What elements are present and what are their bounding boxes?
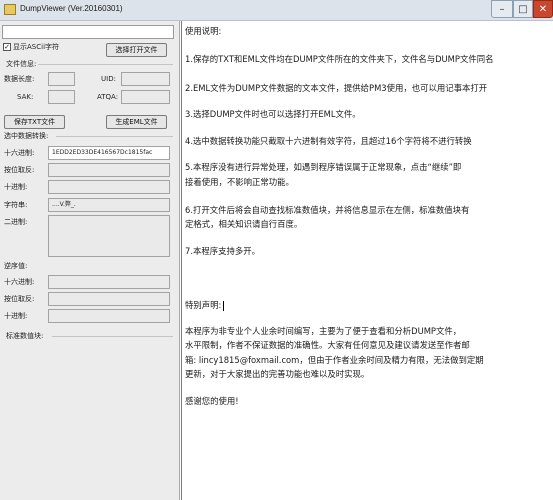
inv-dec-field [48, 309, 170, 323]
gen-eml-button[interactable]: 生成EML文件 [106, 115, 167, 129]
show-ascii-label: 显示ASCii字符 [13, 43, 60, 51]
file-path-input[interactable] [2, 25, 174, 39]
close-icon: ✕ [538, 3, 548, 15]
uid-field [121, 72, 170, 86]
inv-dec-label: 十进制: [4, 312, 28, 320]
selected-convert-label: 选中数据转换: [4, 132, 49, 140]
uid-label: UID: [101, 75, 116, 83]
hex-label: 十六进制: [4, 149, 35, 157]
window-title: DumpViewer (Ver.20160301) [20, 4, 123, 13]
show-ascii-checkbox[interactable]: ✓ [3, 43, 11, 51]
open-file-button[interactable]: 选择打开文件 [106, 43, 167, 57]
sak-field [48, 90, 75, 104]
text-line: 4.选中数据转换功能只截取十六进制有效字符，且超过16个字符将不进行转换 [185, 136, 472, 146]
text-line: 定格式，相关知识请自行百度。 [185, 219, 303, 229]
instructions-text-area[interactable]: 使用说明: 1.保存的TXT和EML文件均在DUMP文件所在的文件夹下，文件名与… [181, 21, 553, 500]
hex-field[interactable]: 1EDD2ED33DE416567Dc1815fac [48, 146, 170, 160]
group-divider [56, 136, 173, 137]
binary-field [48, 215, 170, 257]
dec-field [48, 180, 170, 194]
binary-label: 二进制: [4, 218, 28, 226]
disclaimer-heading: 特别声明: [185, 299, 225, 311]
text-line: 3.选择DUMP文件时也可以选择打开EML文件。 [185, 109, 361, 119]
text-line: 感谢您的使用! [185, 396, 239, 406]
std-block-label: 标准数值块: [6, 332, 44, 340]
text-line: 6.打开文件后将会自动查找标准数值块，并将信息显示在左侧，标准数值块有 [185, 205, 470, 215]
text-line: 1.保存的TXT和EML文件均在DUMP文件所在的文件夹下，文件名与DUMP文件… [185, 54, 494, 64]
inverse-label: 逆序值: [4, 262, 28, 270]
file-info-label: 文件信息: [6, 60, 37, 68]
text-line: 7.本程序支持多开。 [185, 246, 260, 256]
text-line: 5.本程序没有进行异常处理，如遇到程序错误属于正常现象，点击“继续”即 [185, 162, 462, 172]
string-label: 字符串: [4, 201, 28, 209]
data-length-field [48, 72, 75, 86]
data-length-label: 数据长度: [4, 75, 35, 83]
text-line: 更新，对于大家提出的完善功能也难以及时实现。 [185, 369, 370, 379]
minimize-icon: – [499, 3, 505, 15]
inv-hex-label: 十六进制: [4, 278, 35, 286]
maximize-icon: □ [518, 3, 528, 15]
inv-hex-field [48, 275, 170, 289]
text-caret [223, 300, 225, 311]
title-bar: DumpViewer (Ver.20160301) – □ ✕ [0, 0, 553, 21]
text-line: 本程序为非专业个人业余时间编写，主要为了便于查看和分析DUMP文件， [185, 326, 462, 336]
atqa-field [121, 90, 170, 104]
string-field: ....V.弊_. [48, 198, 170, 212]
text-line: 2.EML文件为DUMP文件数据的文本文件，提供给PM3使用，也可以用记事本打开 [185, 83, 488, 93]
text-line: 接着使用，不影响正常功能。 [185, 177, 294, 187]
atqa-label: ATQA: [97, 93, 119, 101]
disclaimer-title: 特别声明: [185, 300, 222, 310]
sak-label: SAK: [17, 93, 34, 101]
minimize-button[interactable]: – [491, 0, 513, 18]
text-line: 水平限制，作者不保证数据的准确性。大家有任何意见及建议请发送至作者邮 [185, 340, 470, 350]
group-divider [38, 64, 173, 65]
inv-bit-label: 按位取反: [4, 295, 35, 303]
bit-invert-field [48, 163, 170, 177]
inv-bit-field [48, 292, 170, 306]
text-line: 使用说明: [185, 26, 222, 36]
text-line: 箱: lincy1815@foxmail.com，但由于作者业余时间及精力有限，… [185, 355, 484, 365]
save-txt-button[interactable]: 保存TXT文件 [4, 115, 65, 129]
close-button[interactable]: ✕ [533, 0, 553, 18]
maximize-button[interactable]: □ [513, 0, 533, 18]
bit-invert-label: 按位取反: [4, 166, 35, 174]
dec-label: 十进制: [4, 183, 28, 191]
group-divider [52, 336, 173, 337]
app-icon [4, 4, 16, 15]
left-panel: ✓ 显示ASCii字符 选择打开文件 文件信息: 数据长度: UID: SAK:… [0, 21, 180, 500]
